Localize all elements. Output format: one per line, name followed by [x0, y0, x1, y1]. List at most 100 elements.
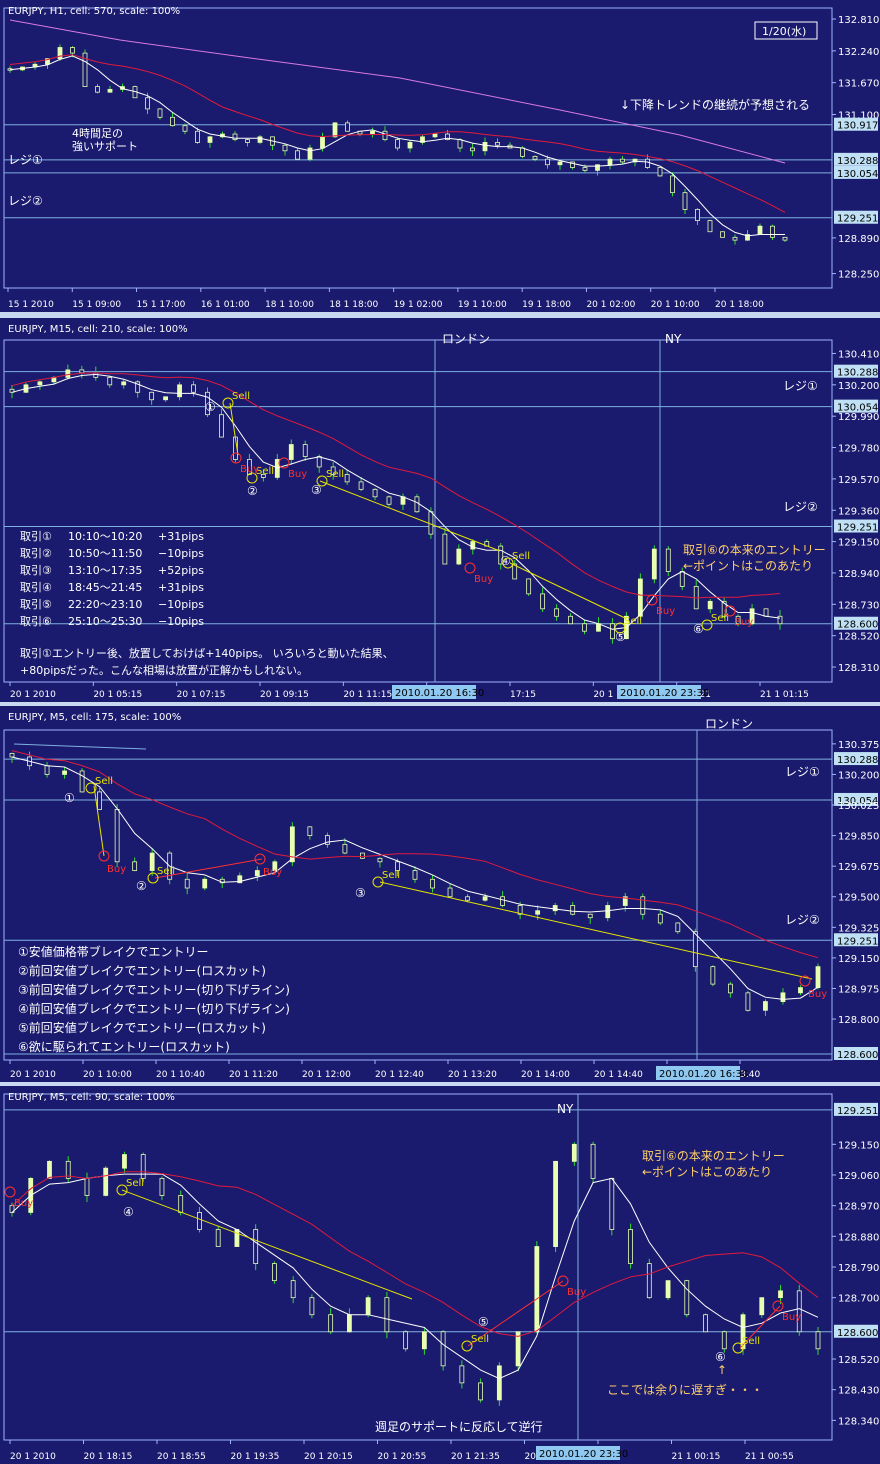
session-london: ロンドン	[705, 717, 753, 731]
session-ny: NY	[665, 332, 682, 346]
candle-body	[95, 86, 100, 93]
candle-body	[430, 878, 435, 889]
candle-body	[495, 142, 500, 146]
price-axis-label: 128.430	[838, 1386, 879, 1397]
trade-marker: ⑤	[478, 1315, 489, 1329]
candle-body	[170, 116, 175, 127]
price-axis-label: 128.520	[838, 632, 879, 643]
candle-body	[365, 1297, 371, 1316]
candle-body	[345, 122, 350, 132]
candle-body	[232, 133, 238, 141]
entry-note: 取引⑥の本来のエントリー	[683, 543, 826, 557]
time-axis-label: 20 1 10:40	[156, 1070, 205, 1080]
candle-body	[84, 1177, 90, 1196]
session-london: ロンドン	[442, 332, 490, 346]
candle-body	[178, 1195, 184, 1213]
sell-label: Sell	[742, 1336, 760, 1347]
candle-body	[316, 456, 322, 468]
price-axis-label: 128.700	[838, 1294, 879, 1305]
candle-body	[645, 158, 650, 168]
crosshair-time: 2010.01.20 16:30	[659, 1069, 748, 1080]
candle-body	[692, 931, 698, 968]
time-axis-label: 20 1 07:15	[177, 690, 226, 700]
trade-time: 22:20〜23:10	[68, 598, 142, 611]
time-axis-label: 20 1 18:55	[157, 1452, 206, 1462]
summary-text: 取引①エントリー後、放置しておけば+140pips。 いろいろと動いた結果、	[20, 646, 394, 660]
candle-body	[582, 623, 587, 632]
candle-body	[459, 1365, 465, 1384]
candle-body	[703, 1314, 708, 1333]
time-axis-label: 16 1 01:00	[201, 300, 250, 310]
trade-time: 13:10〜17:35	[68, 564, 142, 577]
time-axis-label: 19 1 10:00	[458, 300, 507, 310]
candle-body	[590, 1143, 596, 1179]
h1-chart[interactable]: 132.810132.240131.670131.100130.917130.2…	[0, 0, 880, 312]
candle-body	[482, 142, 488, 152]
trade-number: 取引②	[20, 546, 52, 560]
candle-body	[320, 136, 325, 149]
trade-pips: +31pips	[158, 581, 204, 594]
legend-item: ⑥欲に駆られてエントリー(ロスカット)	[18, 1040, 230, 1054]
candle-body	[526, 578, 532, 595]
candle-body	[727, 983, 733, 994]
candle-body	[245, 139, 250, 143]
candle-body	[637, 578, 643, 617]
candle-body	[651, 548, 657, 580]
time-axis-label: 20 1 02:00	[586, 300, 635, 310]
candle-body	[609, 1177, 615, 1230]
sell-label: Sell	[382, 870, 400, 881]
trade-pips: −10pips	[158, 598, 204, 611]
candle-body	[815, 966, 821, 989]
trade-pips: +31pips	[158, 530, 204, 543]
buy-label: Buy	[734, 617, 753, 628]
legend-item: ⑤前回安値ブレイクでエントリー(ロスカット)	[18, 1020, 266, 1035]
sell-label: Sell	[95, 776, 113, 787]
time-axis-label: 15 1 2010	[8, 300, 54, 310]
entry-note: 取引⑥の本来のエントリー	[642, 1149, 785, 1163]
candle-body	[182, 125, 188, 132]
m5b-chart[interactable]: 129.251 129.150 129.060 128.970 128.880 128.7…	[0, 1086, 880, 1464]
candle-body	[665, 1280, 671, 1299]
time-axis-label: 20 1 14:40	[594, 1070, 643, 1080]
buy-label: Buy	[240, 464, 259, 475]
candle-body	[732, 236, 738, 241]
trade-marker: ①	[64, 791, 75, 805]
candle-body	[682, 192, 688, 210]
time-axis-label: 20 1 13:20	[448, 1070, 497, 1080]
time-axis-label: 20 1 11:20	[229, 1070, 278, 1080]
support-note: 週足のサポートに反応して逆行	[375, 1419, 543, 1434]
candle-body	[720, 231, 725, 238]
candle-body	[657, 167, 663, 177]
time-axis-label: 21 1 01:15	[760, 690, 809, 700]
candle-body	[532, 155, 538, 160]
m15-chart[interactable]: 130.410130.288130.200130.054129.990129.7…	[0, 318, 880, 702]
candle-body	[346, 1314, 352, 1333]
trade-number: 取引③	[20, 563, 52, 577]
buy-label: Buy	[288, 469, 307, 480]
price-axis-label: 129.675	[838, 862, 879, 873]
chart-header: EURJPY, M5, cell: 90, scale: 100%	[8, 1092, 175, 1103]
trade-marker: ⑥	[715, 1350, 726, 1364]
price-tag-label: 129.251	[837, 214, 878, 225]
price-axis-label: 128.310	[838, 663, 879, 674]
candle-body	[121, 381, 127, 386]
candle-body	[103, 1167, 109, 1196]
candle-body	[358, 481, 364, 490]
candle-body	[382, 130, 388, 141]
candle-body	[257, 136, 263, 143]
candle-body	[596, 623, 601, 632]
trade-pips: +52pips	[158, 564, 204, 577]
time-axis-label: 17:15	[510, 690, 536, 700]
m5a-chart[interactable]: 130.375130.288130.200130.054130.025129.8…	[0, 706, 880, 1082]
candle-body	[447, 887, 453, 898]
trend-annotation: ↓下降トレンドの継続が予想される	[620, 97, 810, 112]
price-axis-label: 128.520	[838, 1355, 879, 1366]
candle-body	[482, 896, 488, 901]
candle-body	[132, 861, 138, 871]
candle-body	[177, 384, 182, 398]
candle-body	[553, 1160, 558, 1247]
candle-body	[421, 1331, 427, 1350]
candle-body	[195, 130, 200, 143]
time-axis-label: 19 1 02:00	[394, 300, 443, 310]
candle-body	[534, 1246, 540, 1333]
